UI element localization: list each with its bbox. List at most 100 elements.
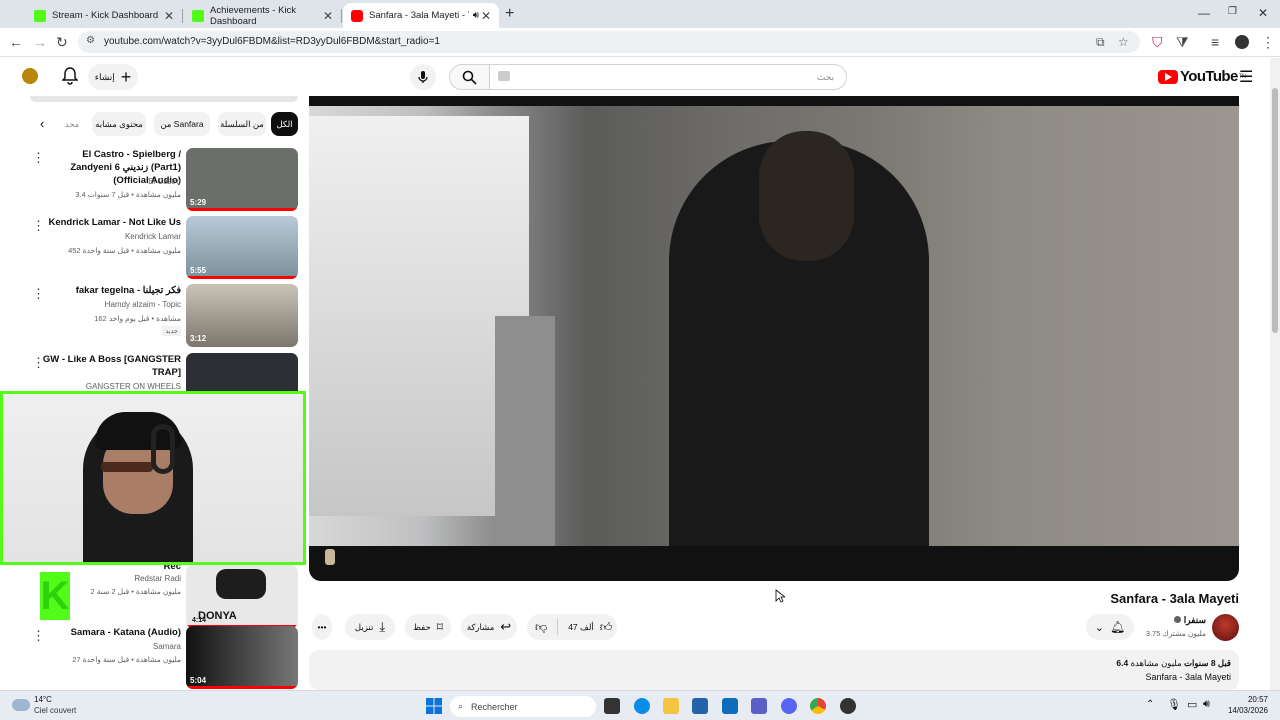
guide-menu-icon[interactable]: ☰ [1239, 67, 1253, 87]
channel-name[interactable]: Samara [153, 642, 181, 651]
close-tab-icon[interactable]: ✕ [481, 9, 491, 23]
channel-name[interactable]: Hamdy alzaim - Topic [105, 300, 181, 309]
forward-icon[interactable]: → [33, 34, 47, 50]
video-meta: 3.4 مليون مشاهدة • قبل 7 سنوات [75, 190, 181, 199]
channel-name[interactable]: Redstar Radi [134, 574, 181, 583]
kick-favicon-icon [34, 9, 46, 22]
chip-from-series[interactable]: من السلسلة [218, 112, 266, 136]
channel-name-main[interactable]: سنفرا [1173, 615, 1206, 626]
list-item[interactable]: ⋮ fakar tegelna - فكر تجيلنا Hamdy alzai… [28, 284, 300, 348]
video-title[interactable]: GW - Like A Boss [GANGSTER TRAP] [41, 353, 181, 379]
teams-icon[interactable] [751, 698, 767, 714]
reload-icon[interactable]: ↻ [56, 34, 68, 51]
clock-time[interactable]: 20:57 [1220, 695, 1268, 704]
task-view-icon[interactable] [604, 698, 620, 714]
video-thumbnail[interactable]: 5:04 [186, 626, 298, 689]
weather-desc[interactable]: Ciel couvert [34, 706, 76, 715]
address-bar[interactable]: ⚙︎ youtube.com/watch?v=3yyDul6FBDM&list=… [78, 31, 1140, 53]
share-button[interactable]: مشاركة ↩︎ [461, 614, 517, 640]
tab-kick-stream[interactable]: Stream - Kick Dashboard ✕ [26, 3, 183, 28]
more-actions-button[interactable]: ••• [312, 614, 332, 640]
tab-kick-achievements[interactable]: Achievements - Kick Dashboard ✕ [184, 3, 342, 28]
chips-prev-icon[interactable]: ‹ [40, 116, 44, 131]
tray-network-icon[interactable]: ▭ [1187, 698, 1197, 711]
video-meta: 2 مليون مشاهدة • قبل 2 سنة [90, 587, 181, 596]
chip-from-sanfara[interactable]: من Sanfara [154, 112, 210, 136]
new-tab-icon[interactable]: + [505, 5, 514, 23]
tab-youtube[interactable]: Sanfara - 3ala Mayeti - You 🔊︎ ✕ [343, 3, 499, 28]
video-thumbnail[interactable]: 5:29 [186, 148, 298, 211]
taskbar-search[interactable]: ⌕ Rechercher [450, 696, 596, 717]
dislike-icon[interactable]: 👎︎ [535, 620, 547, 635]
channel-name[interactable]: Kendrick Lamar [125, 232, 181, 241]
video-thumbnail[interactable]: 5:55 [186, 216, 298, 279]
create-label: إنشاء [94, 71, 115, 82]
voice-search-button[interactable] [410, 64, 436, 90]
discord-icon[interactable] [781, 698, 797, 714]
search-button[interactable] [449, 64, 489, 90]
tray-chevron-icon[interactable]: ⌃ [1146, 699, 1154, 710]
list-item[interactable]: ⋮ GW - Like A Boss [GANGSTER TRAP] GANGS… [28, 353, 300, 391]
extension-shield-icon[interactable]: ⛉ [1152, 34, 1163, 51]
subscribed-button[interactable]: ⌄ 🔔︎ [1086, 614, 1134, 640]
close-tab-icon[interactable]: ✕ [164, 9, 174, 23]
chip-more[interactable]: محد [64, 112, 80, 136]
scrollbar-thumb[interactable] [1272, 88, 1278, 333]
video-player[interactable] [309, 96, 1239, 581]
windows-start-icon[interactable] [426, 698, 442, 714]
save-button[interactable]: حفظ ⌑ [405, 614, 451, 640]
channel-name[interactable]: El Castro [148, 177, 181, 186]
video-title[interactable]: fakar tegelna - فكر تجيلنا [41, 284, 181, 297]
outlook-icon[interactable] [722, 698, 738, 714]
channel-name[interactable]: GANGSTER ON WHEELS [86, 382, 181, 391]
restore-icon[interactable]: ❐ [1228, 6, 1237, 17]
window-close-icon[interactable]: ✕ [1258, 6, 1268, 20]
like-icon[interactable]: 👍︎ [600, 620, 613, 635]
clock-date[interactable]: 14/03/2026 [1220, 706, 1268, 715]
like-count[interactable]: 47 ألف [568, 622, 594, 633]
extensions-icon[interactable]: ⧩ [1176, 34, 1189, 51]
back-icon[interactable]: ← [9, 34, 23, 50]
video-thumbnail[interactable]: 3:12 [186, 284, 298, 347]
close-tab-icon[interactable]: ✕ [323, 9, 333, 23]
description-text: Sanfara - 3ala Mayeti [1145, 672, 1231, 682]
list-item[interactable]: ⋮ El Castro - Spielberg / Zandyeni زندين… [28, 148, 300, 212]
site-info-icon[interactable]: ⚙︎ [86, 35, 95, 46]
youtube-logo[interactable]: YouTube TN [1158, 68, 1246, 85]
list-item[interactable]: ⋮ Kendrick Lamar - Not Like Us Kendrick … [28, 216, 300, 280]
tray-mic-icon[interactable]: 🎙︎ [1167, 698, 1181, 711]
media-controls-icon[interactable]: ≡ [1211, 34, 1219, 50]
weather-temp[interactable]: 14°C [34, 695, 52, 704]
chip-related[interactable]: محتوى مشابه [92, 112, 146, 136]
channel-avatar[interactable] [1212, 614, 1239, 641]
browser-menu-icon[interactable]: ⋮ [1261, 34, 1275, 51]
tray-volume-icon[interactable]: 🔊︎ [1203, 698, 1210, 711]
minimize-icon[interactable]: — [1198, 6, 1210, 20]
url-text[interactable]: youtube.com/watch?v=3yyDul6FBDM&list=RD3… [104, 36, 440, 47]
edge-icon[interactable] [634, 698, 650, 714]
page-scrollbar[interactable] [1270, 58, 1280, 690]
file-explorer-icon[interactable] [663, 698, 679, 714]
chrome-icon[interactable] [810, 698, 826, 714]
save-label: حفظ [413, 621, 431, 632]
video-title[interactable]: Samara - Katana (Audio) [41, 626, 181, 639]
user-avatar[interactable] [22, 68, 38, 84]
audio-icon[interactable]: 🔊︎ [473, 10, 479, 21]
search-input[interactable]: بحث [489, 64, 847, 90]
description-box[interactable]: قبل 8 سنوات مليون مشاهدة 6.4 Sanfara - 3… [309, 650, 1239, 690]
download-button[interactable]: تنزيل ⤓ [345, 614, 395, 640]
create-button[interactable]: إنشاء + [88, 64, 138, 90]
video-title[interactable]: Kendrick Lamar - Not Like Us [41, 216, 181, 229]
weather-cloud-icon[interactable] [12, 699, 30, 711]
video-thumbnail[interactable] [186, 353, 298, 391]
bookmark-star-icon[interactable]: ☆ [1118, 35, 1129, 49]
keyboard-icon[interactable] [498, 71, 510, 81]
obs-icon[interactable] [840, 698, 856, 714]
notifications-bell-icon[interactable] [62, 67, 78, 85]
chip-all[interactable]: الكل [271, 112, 298, 136]
list-item[interactable]: ⋮ Samara - Katana (Audio) Samara 27 مليو… [28, 626, 300, 690]
profile-avatar[interactable] [1235, 35, 1249, 49]
install-app-icon[interactable]: ⧉ [1096, 35, 1105, 50]
store-icon[interactable] [692, 698, 708, 714]
video-thumbnail[interactable]: DONYA 4:14 [186, 565, 298, 628]
